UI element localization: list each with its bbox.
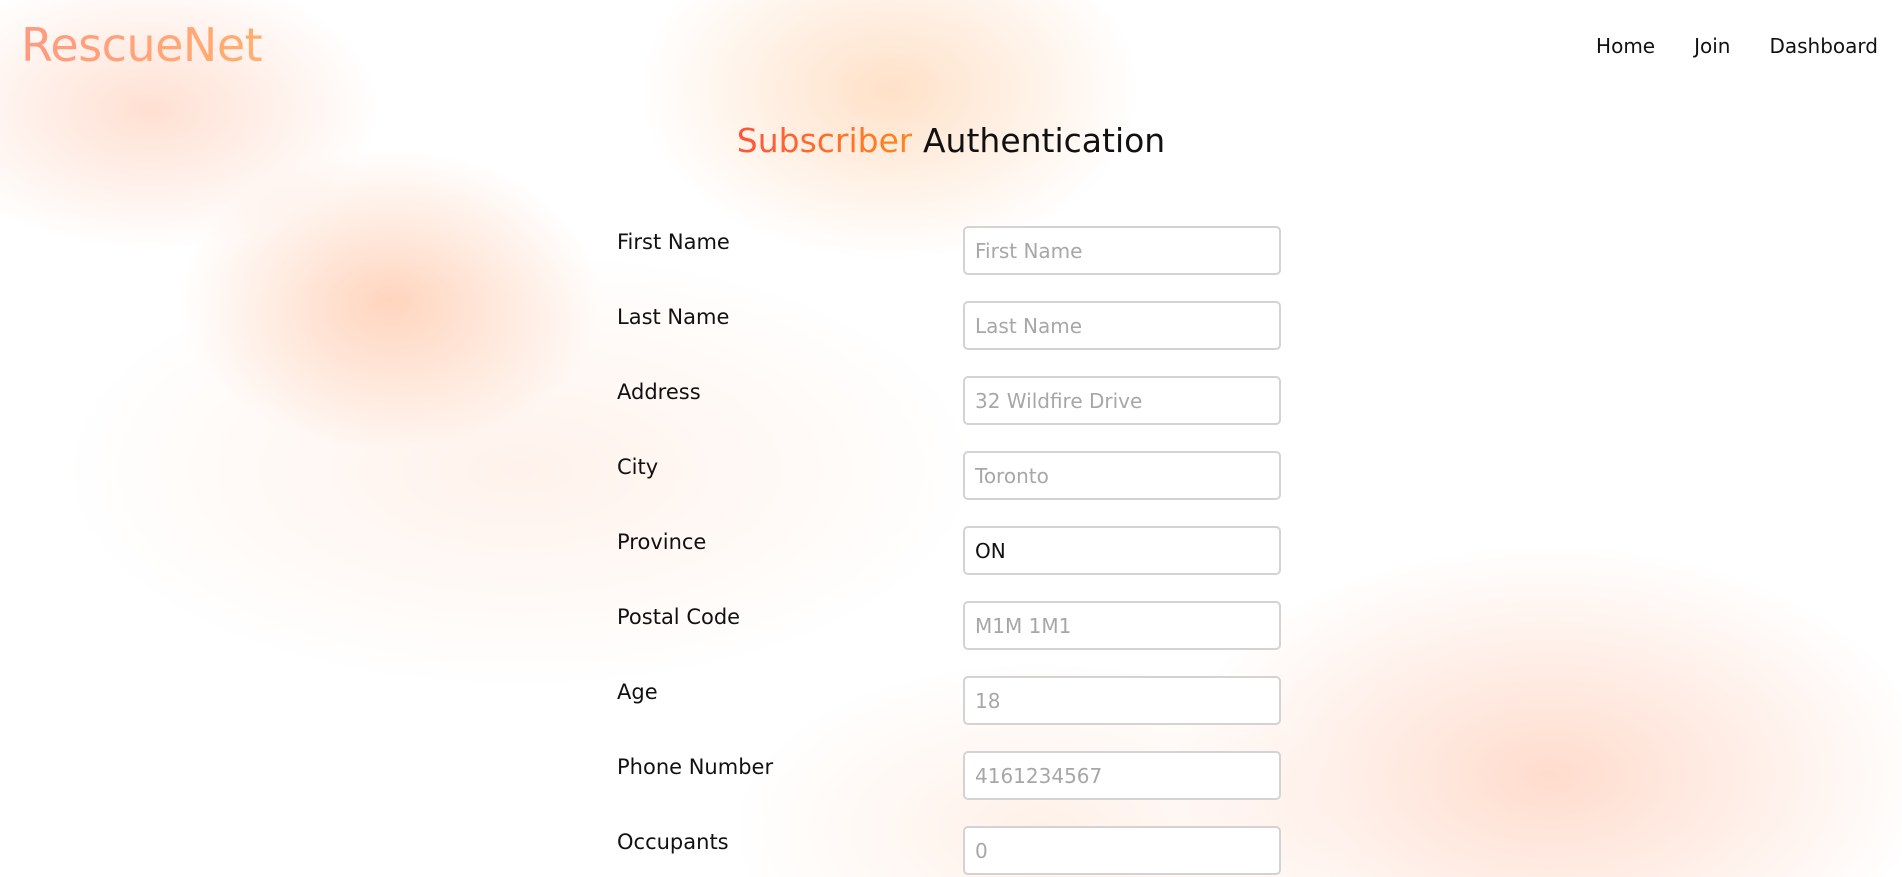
age-row: Age (617, 676, 1282, 751)
subscriber-authentication-page: RescueNet Home Join Dashboard Subscriber… (0, 0, 1902, 877)
province-row: Province (617, 526, 1282, 601)
postal-code-row: Postal Code (617, 601, 1282, 676)
nav-home-link[interactable]: Home (1596, 32, 1655, 60)
city-input[interactable] (963, 451, 1281, 500)
city-row: City (617, 451, 1282, 526)
brand-logo[interactable]: RescueNet (21, 16, 263, 74)
first-name-row: First Name (617, 226, 1282, 301)
address-input[interactable] (963, 376, 1281, 425)
province-input[interactable] (963, 526, 1281, 575)
province-label: Province (617, 530, 707, 554)
first-name-input[interactable] (963, 226, 1281, 275)
last-name-input[interactable] (963, 301, 1281, 350)
postal-code-label: Postal Code (617, 605, 741, 629)
age-input[interactable] (963, 676, 1281, 725)
nav-dashboard-link[interactable]: Dashboard (1769, 32, 1878, 60)
occupants-input[interactable] (963, 826, 1281, 875)
last-name-label: Last Name (617, 305, 730, 329)
page-title: Subscriber Authentication (0, 120, 1902, 162)
page-title-main: Authentication (922, 121, 1166, 160)
occupants-label: Occupants (617, 830, 729, 854)
phone-number-input[interactable] (963, 751, 1281, 800)
occupants-row: Occupants (617, 826, 1282, 877)
age-label: Age (617, 680, 658, 704)
phone-number-label: Phone Number (617, 755, 774, 779)
city-label: City (617, 455, 659, 479)
phone-number-row: Phone Number (617, 751, 1282, 826)
page-title-accent: Subscriber (736, 121, 913, 160)
last-name-row: Last Name (617, 301, 1282, 376)
nav-join-link[interactable]: Join (1694, 32, 1730, 60)
subscriber-form: First Name Last Name Address City Provin… (617, 226, 1282, 877)
address-row: Address (617, 376, 1282, 451)
first-name-label: First Name (617, 230, 730, 254)
top-navigation: Home Join Dashboard (1596, 32, 1878, 60)
postal-code-input[interactable] (963, 601, 1281, 650)
address-label: Address (617, 380, 701, 404)
